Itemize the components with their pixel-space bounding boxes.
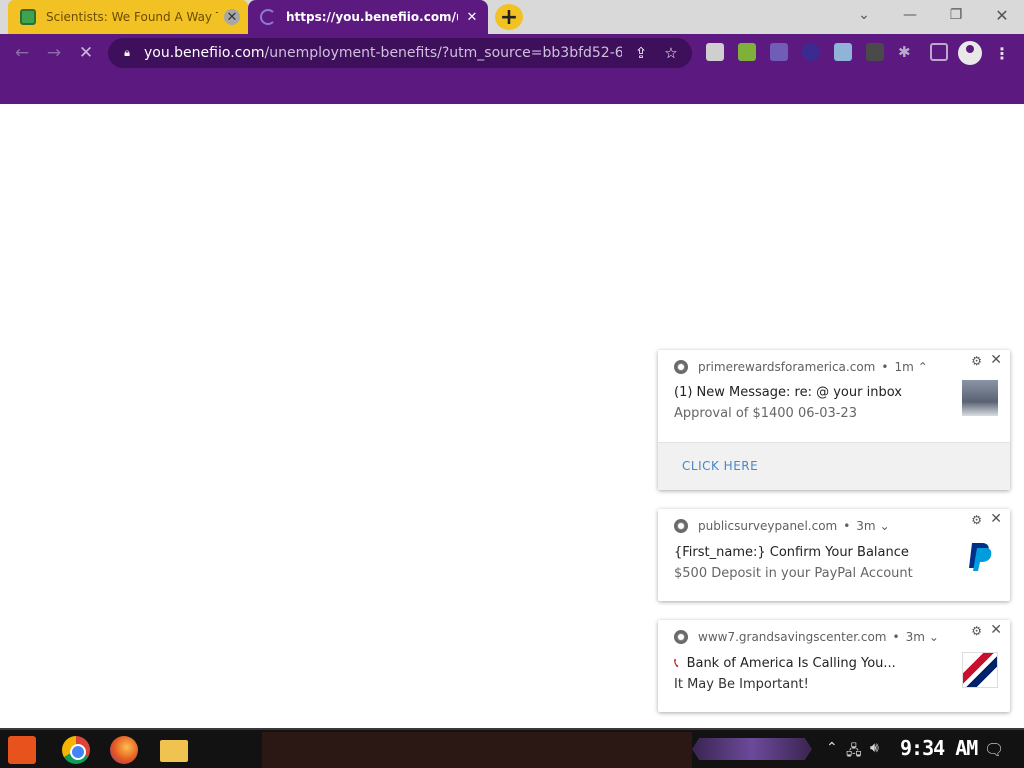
close-window-icon[interactable]: ✕ — [980, 0, 1024, 30]
volume-icon[interactable]: 🔊︎ — [870, 740, 879, 756]
chevron-up-icon[interactable]: ⌃ — [918, 360, 928, 374]
notification-card[interactable]: primerewardsforamerica.com • 1m ⌃ ⚙ ✕ (1… — [658, 350, 1010, 490]
extension-2-icon[interactable] — [738, 43, 756, 61]
taskbar-clock[interactable]: 9:34 AM — [900, 736, 978, 760]
click-here-button[interactable]: CLICK HERE — [682, 459, 758, 473]
notification-body: $500 Deposit in your PayPal Account — [674, 566, 913, 581]
extension-5-icon[interactable] — [834, 43, 852, 61]
person-photo-icon — [962, 380, 998, 416]
notification-body: Approval of $1400 06-03-23 — [674, 406, 857, 421]
firefox-taskbar-icon[interactable] — [110, 736, 138, 764]
paypal-logo-icon — [966, 541, 994, 577]
network-icon[interactable]: 🖧︎ — [846, 740, 862, 764]
extension-6-icon[interactable] — [866, 43, 884, 61]
side-panel-icon[interactable] — [930, 43, 948, 61]
minimize-icon[interactable]: — — [888, 0, 932, 30]
chrome-icon — [674, 630, 688, 644]
notification-card[interactable]: publicsurveypanel.com • 3m ⌄ ⚙ ✕ {First_… — [658, 509, 1010, 601]
close-tab-icon[interactable]: ✕ — [464, 9, 480, 25]
extension-1-icon[interactable] — [706, 43, 724, 61]
notification-time: 3m — [905, 630, 925, 644]
close-icon[interactable]: ✕ — [990, 352, 1002, 368]
close-icon[interactable]: ✕ — [990, 622, 1002, 638]
taskbar-theme-decoration — [262, 732, 692, 768]
profile-avatar[interactable] — [958, 41, 982, 65]
tab-title: https://you.benefiio.com/unem — [286, 10, 458, 24]
gear-icon[interactable]: ⚙ — [971, 354, 982, 368]
url-text[interactable]: you.benefiio.com/unemployment-benefits/?… — [144, 45, 622, 61]
new-tab-button[interactable]: + — [495, 4, 523, 30]
lock-icon[interactable]: 🔒︎ — [118, 44, 136, 62]
notification-time: 1m — [894, 360, 914, 374]
share-icon[interactable]: ⇪ — [630, 42, 652, 64]
notification-body: It May Be Important! — [674, 677, 809, 692]
close-icon[interactable]: ✕ — [990, 511, 1002, 527]
extension-4-icon[interactable] — [802, 43, 820, 61]
browser-toolbar: ← → ✕ 🔒︎ you.benefiio.com/unemployment-b… — [0, 34, 1024, 104]
notification-source: www7.grandsavingscenter.com — [698, 630, 887, 644]
site-favicon-icon — [20, 9, 36, 25]
phone-icon: 📞︎ — [674, 656, 679, 671]
tab-scientists[interactable]: Scientists: We Found A Way T ✕ — [8, 0, 248, 34]
restore-icon[interactable]: ❐ — [934, 0, 978, 30]
notification-title: 📞︎ Bank of America Is Calling You... — [674, 656, 896, 671]
notification-title: (1) New Message: re: @ your inbox — [674, 385, 902, 400]
notification-card[interactable]: www7.grandsavingscenter.com • 3m ⌄ ⚙ ✕ 📞… — [658, 620, 1010, 712]
loading-spinner-icon — [260, 9, 276, 25]
notification-title: {First_name:} Confirm Your Balance — [674, 545, 909, 560]
bank-of-america-logo-icon — [962, 652, 998, 688]
tab-search-chevron-icon[interactable]: ⌄ — [842, 0, 886, 30]
notification-source: publicsurveypanel.com — [698, 519, 838, 533]
gear-icon[interactable]: ⚙ — [971, 624, 982, 638]
tray-chevron-up-icon[interactable]: ⌃ — [826, 740, 838, 756]
extension-3-icon[interactable] — [770, 43, 788, 61]
file-explorer-icon[interactable] — [160, 740, 188, 762]
chevron-down-icon[interactable]: ⌄ — [929, 630, 939, 644]
chrome-icon — [674, 360, 688, 374]
notification-center-icon[interactable]: 🗨︎ — [984, 740, 1004, 759]
notification-time: 3m — [856, 519, 876, 533]
back-arrow-icon[interactable]: ← — [10, 41, 34, 65]
start-button[interactable] — [8, 736, 36, 764]
address-bar[interactable]: 🔒︎ you.benefiio.com/unemployment-benefit… — [108, 38, 692, 68]
chrome-icon — [674, 519, 688, 533]
taskbar: ⌃ 🖧︎ 🔊︎ 9:34 AM 🗨︎ — [0, 728, 1024, 768]
tab-strip: Scientists: We Found A Way T ✕ https://y… — [0, 0, 1024, 34]
bookmark-star-icon[interactable]: ☆ — [660, 42, 682, 64]
stop-loading-icon[interactable]: ✕ — [74, 41, 98, 65]
tab-benefiio[interactable]: https://you.benefiio.com/unem ✕ — [248, 0, 488, 34]
menu-kebab-icon[interactable]: ⋮ — [992, 41, 1012, 65]
close-tab-icon[interactable]: ✕ — [224, 9, 240, 25]
notification-source: primerewardsforamerica.com — [698, 360, 876, 374]
taskbar-theme-decoration — [692, 738, 812, 760]
tab-title: Scientists: We Found A Way T — [46, 10, 218, 24]
chevron-down-icon[interactable]: ⌄ — [880, 519, 890, 533]
chrome-taskbar-icon[interactable] — [62, 736, 90, 764]
forward-arrow-icon[interactable]: → — [42, 41, 66, 65]
gear-icon[interactable]: ⚙ — [971, 513, 982, 527]
extensions-puzzle-icon[interactable]: ✱ — [898, 43, 916, 61]
